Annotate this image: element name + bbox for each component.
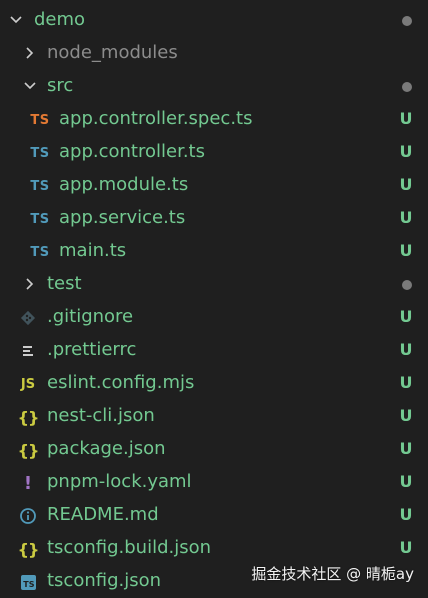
info-icon: [16, 506, 40, 526]
typescript-icon: TS: [30, 211, 50, 227]
file-nest-cli-json[interactable]: {} nest-cli.json U: [0, 400, 428, 433]
file-label: app.controller.spec.ts: [59, 108, 253, 129]
watermark-text: 掘金技术社区 @ 晴栀ay: [251, 565, 414, 583]
folder-src[interactable]: src: [0, 70, 428, 103]
file-readme-md[interactable]: README.md U: [0, 499, 428, 532]
untracked-status-badge: U: [399, 307, 413, 326]
file-label: tsconfig.json: [47, 570, 162, 591]
chevron-right-icon: [22, 45, 38, 61]
json-icon: {}: [17, 440, 40, 460]
file-app-controller-spec-ts[interactable]: TS app.controller.spec.ts U: [0, 103, 428, 136]
folder-label: demo: [34, 9, 86, 30]
chevron-down-icon: [8, 12, 24, 28]
folder-node-modules[interactable]: node_modules: [0, 37, 428, 70]
yaml-icon: !: [23, 472, 33, 494]
tsconfig-icon-glyph: TS: [20, 574, 36, 590]
tsconfig-icon: TS: [16, 572, 40, 592]
file-label: eslint.config.mjs: [47, 372, 195, 393]
file-label: .gitignore: [47, 306, 134, 327]
chevron-down-icon: [22, 78, 38, 94]
file-label: app.service.ts: [59, 207, 186, 228]
json-icon: {}: [17, 407, 40, 427]
untracked-status-badge: U: [399, 340, 413, 359]
untracked-status-badge: U: [399, 142, 413, 161]
folder-label: test: [47, 273, 82, 294]
modified-dot-indicator: [402, 16, 412, 26]
modified-dot-indicator: [402, 82, 412, 92]
file-label: main.ts: [59, 240, 127, 261]
config-lines-icon: [16, 341, 40, 361]
file-explorer-tree: demo node_modules src TS app.controller.…: [0, 4, 428, 598]
typescript-icon: TS: [30, 244, 50, 260]
untracked-status-badge: U: [399, 175, 413, 194]
file-prettierrc[interactable]: .prettierrc U: [0, 334, 428, 367]
untracked-status-badge: U: [399, 406, 413, 425]
chevron-right-icon: [22, 276, 38, 292]
folder-demo[interactable]: demo: [0, 4, 428, 37]
file-label: nest-cli.json: [47, 405, 155, 426]
file-tsconfig-build-json[interactable]: {} tsconfig.build.json U: [0, 532, 428, 565]
untracked-status-badge: U: [399, 208, 413, 227]
untracked-status-badge: U: [399, 373, 413, 392]
typescript-icon: TS: [30, 178, 50, 194]
file-label: .prettierrc: [47, 339, 137, 360]
untracked-status-badge: U: [399, 472, 413, 491]
git-icon: [16, 308, 40, 328]
file-label: README.md: [47, 504, 159, 525]
file-app-service-ts[interactable]: TS app.service.ts U: [0, 202, 428, 235]
folder-label: src: [47, 75, 74, 96]
file-label: app.module.ts: [59, 174, 189, 195]
untracked-status-badge: U: [399, 439, 413, 458]
typescript-icon: TS: [30, 145, 50, 161]
file-app-controller-ts[interactable]: TS app.controller.ts U: [0, 136, 428, 169]
file-label: pnpm-lock.yaml: [47, 471, 192, 492]
folder-label: node_modules: [47, 42, 178, 63]
file-label: tsconfig.build.json: [47, 537, 212, 558]
file-pnpm-lock-yaml[interactable]: ! pnpm-lock.yaml U: [0, 466, 428, 499]
file-label: package.json: [47, 438, 166, 459]
file-eslint-config-mjs[interactable]: JS eslint.config.mjs U: [0, 367, 428, 400]
file-gitignore[interactable]: .gitignore U: [0, 301, 428, 334]
untracked-status-badge: U: [399, 241, 413, 260]
file-label: app.controller.ts: [59, 141, 205, 162]
folder-test[interactable]: test: [0, 268, 428, 301]
untracked-status-badge: U: [399, 505, 413, 524]
file-package-json[interactable]: {} package.json U: [0, 433, 428, 466]
untracked-status-badge: U: [399, 538, 413, 557]
modified-dot-indicator: [402, 280, 412, 290]
json-icon: {}: [17, 539, 40, 559]
untracked-status-badge: U: [399, 109, 413, 128]
file-main-ts[interactable]: TS main.ts U: [0, 235, 428, 268]
file-app-module-ts[interactable]: TS app.module.ts U: [0, 169, 428, 202]
typescript-test-icon: TS: [30, 112, 50, 128]
javascript-icon: JS: [20, 376, 36, 392]
